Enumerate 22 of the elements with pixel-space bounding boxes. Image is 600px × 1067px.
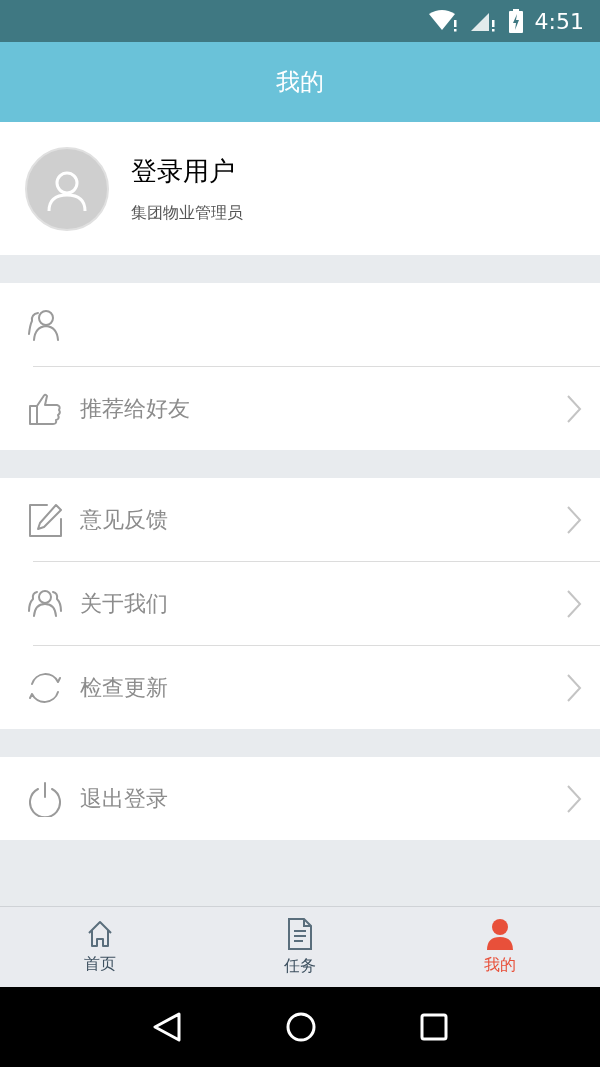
- tab[interactable]: 我的: [400, 907, 600, 987]
- profile-card[interactable]: 登录用户 集团物业管理员: [0, 122, 600, 255]
- power-icon: [27, 780, 63, 817]
- back-icon[interactable]: [152, 1011, 182, 1043]
- menu-item[interactable]: 关于我们: [0, 562, 600, 645]
- document-icon: [287, 916, 313, 951]
- wifi-icon: [428, 10, 459, 32]
- page-title: 我的: [276, 67, 324, 98]
- user-role: 集团物业管理员: [131, 202, 243, 224]
- home-button-icon[interactable]: [286, 1012, 316, 1042]
- tab[interactable]: 首页: [0, 907, 200, 987]
- menu-item[interactable]: 退出登录: [0, 757, 600, 840]
- avatar-icon: [25, 146, 109, 231]
- tab[interactable]: 任务: [200, 907, 400, 987]
- status-time: 4:51: [534, 7, 584, 36]
- edit-icon: [27, 501, 63, 538]
- battery-icon: [508, 9, 523, 33]
- menu-item[interactable]: 意见反馈: [0, 478, 600, 561]
- user-icon: [485, 917, 515, 950]
- menu-item[interactable]: 检查更新: [0, 646, 600, 729]
- recents-icon[interactable]: [420, 1013, 448, 1041]
- user-name: 登录用户: [131, 155, 236, 188]
